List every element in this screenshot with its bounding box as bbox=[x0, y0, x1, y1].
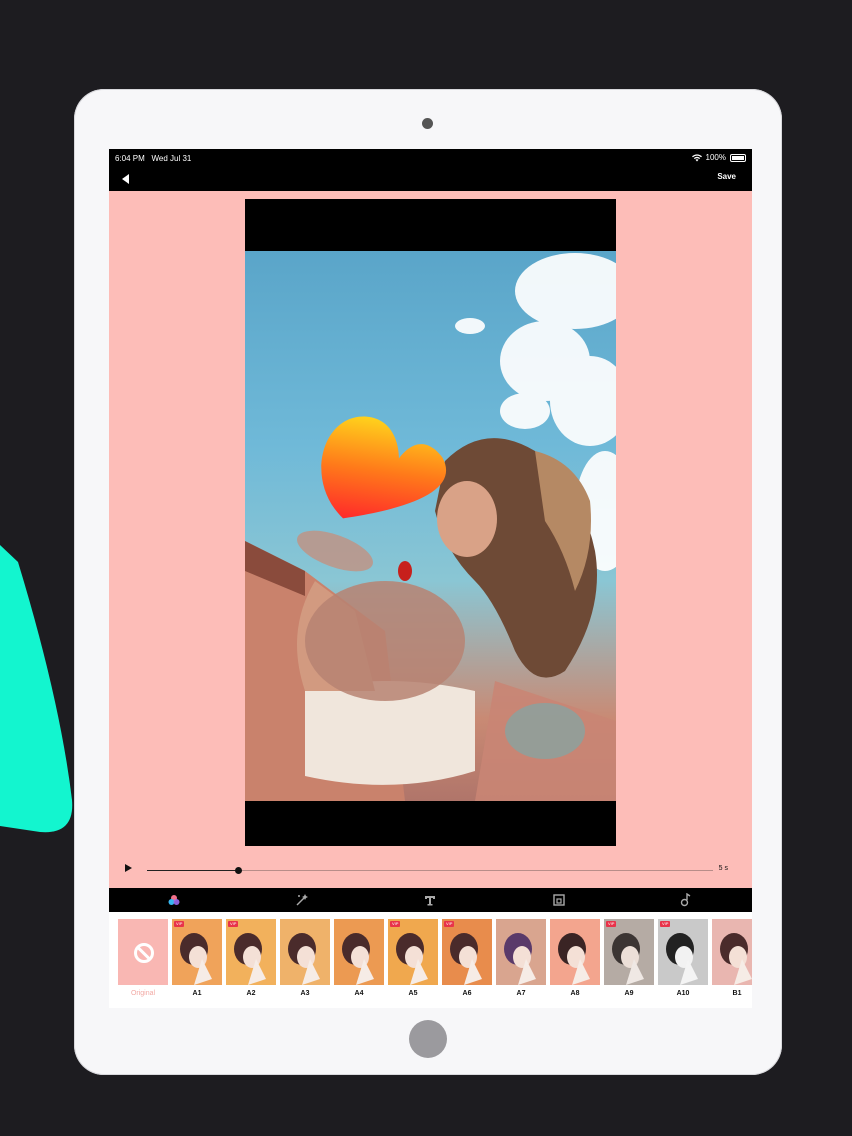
filter-label: A10 bbox=[676, 990, 690, 997]
filter-label: A3 bbox=[300, 990, 310, 997]
filter-item[interactable]: VIP A1 bbox=[172, 919, 222, 997]
filter-thumbnail bbox=[334, 919, 384, 985]
duration-label: 5 s bbox=[718, 865, 728, 872]
wifi-icon bbox=[691, 153, 702, 161]
filter-label: A6 bbox=[462, 990, 472, 997]
filter-item[interactable]: VIP A9 bbox=[604, 919, 654, 997]
editor-canvas[interactable] bbox=[109, 191, 752, 852]
filter-label: B1 bbox=[732, 990, 742, 997]
battery-icon bbox=[730, 153, 746, 162]
battery-percent: 100% bbox=[705, 153, 726, 162]
status-date: Wed Jul 31 bbox=[151, 154, 192, 163]
filter-item[interactable]: B1 bbox=[712, 919, 752, 997]
tool-tabs bbox=[109, 888, 752, 912]
filter-thumbnail bbox=[388, 919, 438, 985]
filter-item[interactable]: VIP A6 bbox=[442, 919, 492, 997]
vip-badge: VIP bbox=[228, 921, 239, 927]
status-time: 6:04 PM bbox=[115, 154, 145, 163]
frame-layout-icon[interactable] bbox=[552, 893, 566, 907]
filter-label: A8 bbox=[570, 990, 580, 997]
filter-strip: Original VIP A1 VIP A2 A3 A4 VIP A5 VIP … bbox=[109, 912, 752, 1008]
music-note-icon[interactable] bbox=[679, 892, 693, 907]
filter-label: A1 bbox=[192, 990, 202, 997]
filter-thumbnail bbox=[280, 919, 330, 985]
filter-item[interactable]: A7 bbox=[496, 919, 546, 997]
filter-thumbnail bbox=[496, 919, 546, 985]
sparkle-magic-icon[interactable] bbox=[295, 893, 309, 907]
timeline-progress bbox=[147, 870, 238, 871]
filter-label: Original bbox=[130, 990, 156, 997]
filter-label: A4 bbox=[354, 990, 364, 997]
video-preview-image[interactable] bbox=[245, 251, 616, 801]
vip-badge: VIP bbox=[444, 921, 455, 927]
filter-original[interactable]: Original bbox=[118, 919, 168, 997]
back-arrow-icon[interactable] bbox=[119, 172, 133, 186]
filter-label: A2 bbox=[246, 990, 256, 997]
timeline-handle[interactable] bbox=[234, 867, 242, 874]
filter-item[interactable]: VIP A10 bbox=[658, 919, 708, 997]
filter-item[interactable]: VIP A2 bbox=[226, 919, 276, 997]
filter-label: A7 bbox=[516, 990, 526, 997]
home-button[interactable] bbox=[409, 1020, 447, 1058]
filter-item[interactable]: A8 bbox=[550, 919, 600, 997]
status-bar: 6:04 PM Wed Jul 31 100% bbox=[109, 149, 752, 167]
camera-icon bbox=[422, 118, 433, 129]
vip-badge: VIP bbox=[606, 921, 617, 927]
filter-item[interactable]: VIP A5 bbox=[388, 919, 438, 997]
filter-item[interactable]: A4 bbox=[334, 919, 384, 997]
filter-label: A9 bbox=[624, 990, 634, 997]
filter-thumbnail bbox=[604, 919, 654, 985]
text-t-icon[interactable] bbox=[423, 893, 437, 907]
play-icon[interactable] bbox=[125, 864, 132, 872]
color-circles-icon[interactable] bbox=[167, 893, 181, 907]
filter-thumbnail bbox=[550, 919, 600, 985]
timeline-slider[interactable] bbox=[147, 867, 713, 874]
save-button[interactable]: Save bbox=[717, 172, 736, 181]
vip-badge: VIP bbox=[174, 921, 185, 927]
filter-thumbnail bbox=[442, 919, 492, 985]
filter-label: A5 bbox=[408, 990, 418, 997]
filter-thumbnail bbox=[226, 919, 276, 985]
video-frame bbox=[245, 199, 616, 852]
filter-thumbnail bbox=[172, 919, 222, 985]
playback-bar: 5 s bbox=[109, 846, 752, 888]
filter-thumbnail bbox=[712, 919, 752, 985]
no-filter-icon bbox=[134, 943, 154, 963]
filter-item[interactable]: A3 bbox=[280, 919, 330, 997]
filter-thumbnail bbox=[658, 919, 708, 985]
top-nav: Save bbox=[109, 167, 752, 191]
vip-badge: VIP bbox=[660, 921, 671, 927]
vip-badge: VIP bbox=[390, 921, 401, 927]
app-screen: 6:04 PM Wed Jul 31 100% Save 5 s Origina… bbox=[109, 149, 752, 1008]
